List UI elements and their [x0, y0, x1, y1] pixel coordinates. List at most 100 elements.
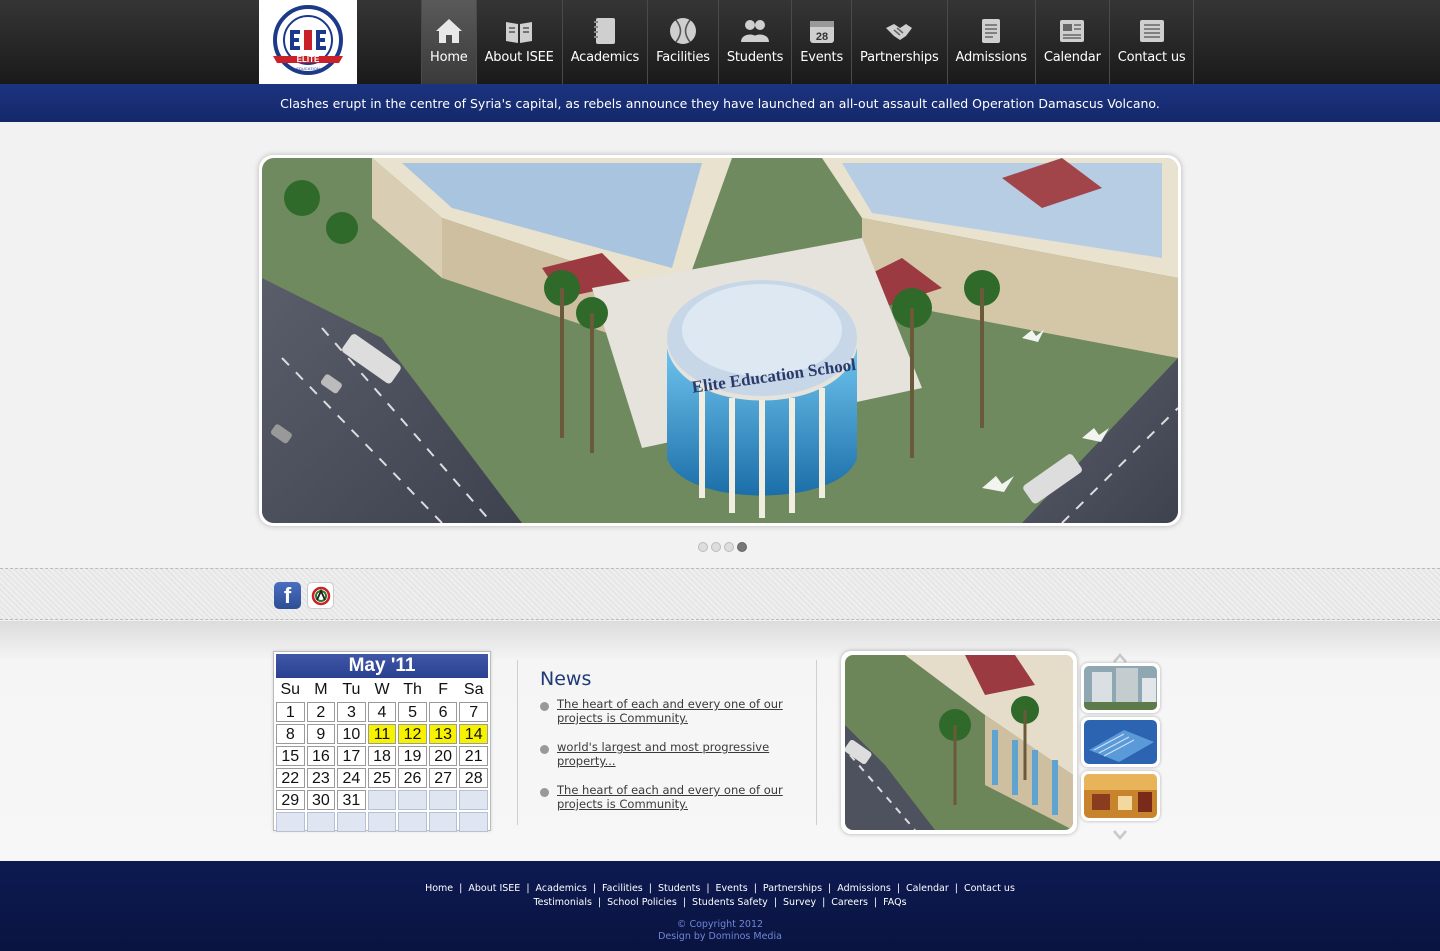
design-credit[interactable]: Design by Dominos Media [0, 931, 1440, 942]
nav-label: Events [800, 50, 844, 65]
calendar-day[interactable]: 13 [428, 724, 458, 744]
mini-calendar: May '11 Su M Tu W Th F Sa 1 2 3 4 5 6 7 8 9 10 11 12 13 14 15… [273, 651, 491, 832]
calendar-empty-cell [428, 790, 458, 810]
footer-link[interactable]: Academics [536, 883, 587, 894]
footer-link[interactable]: Facilities [602, 883, 643, 894]
calendar-day[interactable]: 15 [276, 746, 305, 766]
footer-link[interactable]: Survey [783, 897, 816, 908]
gallery-thumb[interactable] [1081, 717, 1160, 767]
news-title: News [540, 668, 592, 690]
nav-item-admissions[interactable]: Admissions [946, 0, 1035, 84]
calendar-day[interactable]: 8 [276, 724, 305, 744]
nav-label: Admissions [955, 50, 1028, 65]
news-link[interactable]: The heart of each and every one of our p… [557, 783, 800, 811]
calendar-day[interactable]: 24 [337, 768, 366, 788]
chevron-up-icon[interactable] [1112, 649, 1128, 663]
calendar-day[interactable]: 28 [459, 768, 488, 788]
school-logo[interactable]: ELITE EDUCATION [259, 0, 357, 84]
footer-link[interactable]: Students Safety [692, 897, 768, 908]
calendar-day[interactable]: 26 [398, 768, 427, 788]
calendar-day[interactable]: 25 [367, 768, 397, 788]
footer-link[interactable]: Calendar [906, 883, 949, 894]
slider-dot[interactable] [724, 542, 734, 552]
footer-separator: | [459, 883, 463, 894]
slider-dot-active[interactable] [737, 542, 747, 552]
footer-link[interactable]: Careers [831, 897, 868, 908]
handshake-icon [884, 16, 914, 46]
hero-image[interactable]: Elite Education School [262, 158, 1178, 523]
footer-link[interactable]: School Policies [607, 897, 677, 908]
footer-link[interactable]: FAQs [883, 897, 906, 908]
nav-item-students[interactable]: Students [717, 0, 791, 84]
calendar-day[interactable]: 19 [398, 746, 427, 766]
nav-item-partnerships[interactable]: Partnerships [851, 0, 947, 84]
footer-link[interactable]: Admissions [837, 883, 891, 894]
calendar-day[interactable]: 4 [367, 702, 397, 722]
circular-logo-icon[interactable] [307, 582, 334, 609]
nav-item-academics[interactable]: Academics [561, 0, 647, 84]
nav-item-home[interactable]: Home [421, 0, 476, 84]
slider-dot[interactable] [711, 542, 721, 552]
nav-item-contact[interactable]: Contact us [1108, 0, 1195, 84]
footer-link[interactable]: Partnerships [763, 883, 822, 894]
calendar-empty-cell [428, 812, 458, 832]
calendar-day[interactable]: 3 [337, 702, 366, 722]
slider-dot[interactable] [698, 542, 708, 552]
footer-link[interactable]: Contact us [964, 883, 1015, 894]
footer-separator: | [896, 883, 901, 894]
calendar-day[interactable]: 1 [276, 702, 305, 722]
ticker-text[interactable]: Clashes erupt in the centre of Syria's c… [280, 96, 1160, 111]
calendar-day[interactable]: 23 [306, 768, 336, 788]
nav-item-calendar[interactable]: Calendar [1034, 0, 1109, 84]
nav-label: Facilities [656, 50, 710, 65]
calendar-day[interactable]: 6 [428, 702, 458, 722]
gallery-main-image[interactable] [841, 651, 1077, 834]
footer-separator: | [773, 897, 778, 908]
calendar-day[interactable]: 22 [276, 768, 305, 788]
calendar-day[interactable]: 2 [306, 702, 336, 722]
footer-nav-primary: Home | About ISEE | Academics | Facilities | Stu… [0, 883, 1440, 894]
footer-separator: | [648, 883, 652, 894]
calendar-day[interactable]: 10 [337, 724, 366, 744]
calendar-day[interactable]: 12 [398, 724, 427, 744]
calendar-day[interactable]: 7 [459, 702, 488, 722]
notebook-icon [590, 16, 620, 46]
calendar-day[interactable]: 9 [306, 724, 336, 744]
facebook-icon[interactable]: f [274, 582, 301, 609]
calendar-day[interactable]: 11 [367, 724, 397, 744]
calendar-weekday: Su [280, 681, 301, 698]
news-link[interactable]: The heart of each and every one of our p… [557, 697, 800, 725]
calendar-day[interactable]: 20 [428, 746, 458, 766]
gallery-thumb[interactable] [1081, 771, 1160, 821]
nav-item-facilities[interactable]: Facilities [647, 0, 718, 84]
calendar-weekday: F [438, 681, 449, 698]
footer-link[interactable]: Testimonials [533, 897, 591, 908]
footer-separator: | [828, 883, 832, 894]
calendar-day[interactable]: 29 [276, 790, 305, 810]
calendar-day[interactable]: 17 [337, 746, 366, 766]
calendar-day[interactable]: 16 [306, 746, 336, 766]
footer-link[interactable]: Events [716, 883, 748, 894]
calendar-day[interactable]: 5 [398, 702, 427, 722]
news-link[interactable]: world's largest and most progressive pro… [557, 740, 800, 768]
newspaper-icon [1057, 16, 1087, 46]
copyright: © Copyright 2012 [676, 919, 764, 930]
calendar-day[interactable]: 27 [428, 768, 458, 788]
nav-label: Home [430, 50, 468, 65]
footer-link[interactable]: Students [658, 883, 700, 894]
nav-item-events[interactable]: 28 Events [791, 0, 851, 84]
calendar-day[interactable]: 21 [459, 746, 488, 766]
calendar-day[interactable]: 30 [306, 790, 336, 810]
calendar-empty-cell [367, 790, 397, 810]
footer-link[interactable]: Home [425, 883, 453, 894]
nav-item-about[interactable]: About ISEE [475, 0, 562, 84]
calendar-day[interactable]: 18 [367, 746, 397, 766]
footer-link[interactable]: About ISEE [468, 883, 520, 894]
chevron-down-icon[interactable] [1112, 826, 1128, 840]
calendar-day[interactable]: 31 [337, 790, 366, 810]
section-divider [517, 660, 518, 825]
calendar-empty-cell [459, 790, 488, 810]
calendar-empty-cell [337, 812, 366, 832]
gallery-thumb[interactable] [1081, 663, 1160, 713]
calendar-day[interactable]: 14 [459, 724, 488, 744]
